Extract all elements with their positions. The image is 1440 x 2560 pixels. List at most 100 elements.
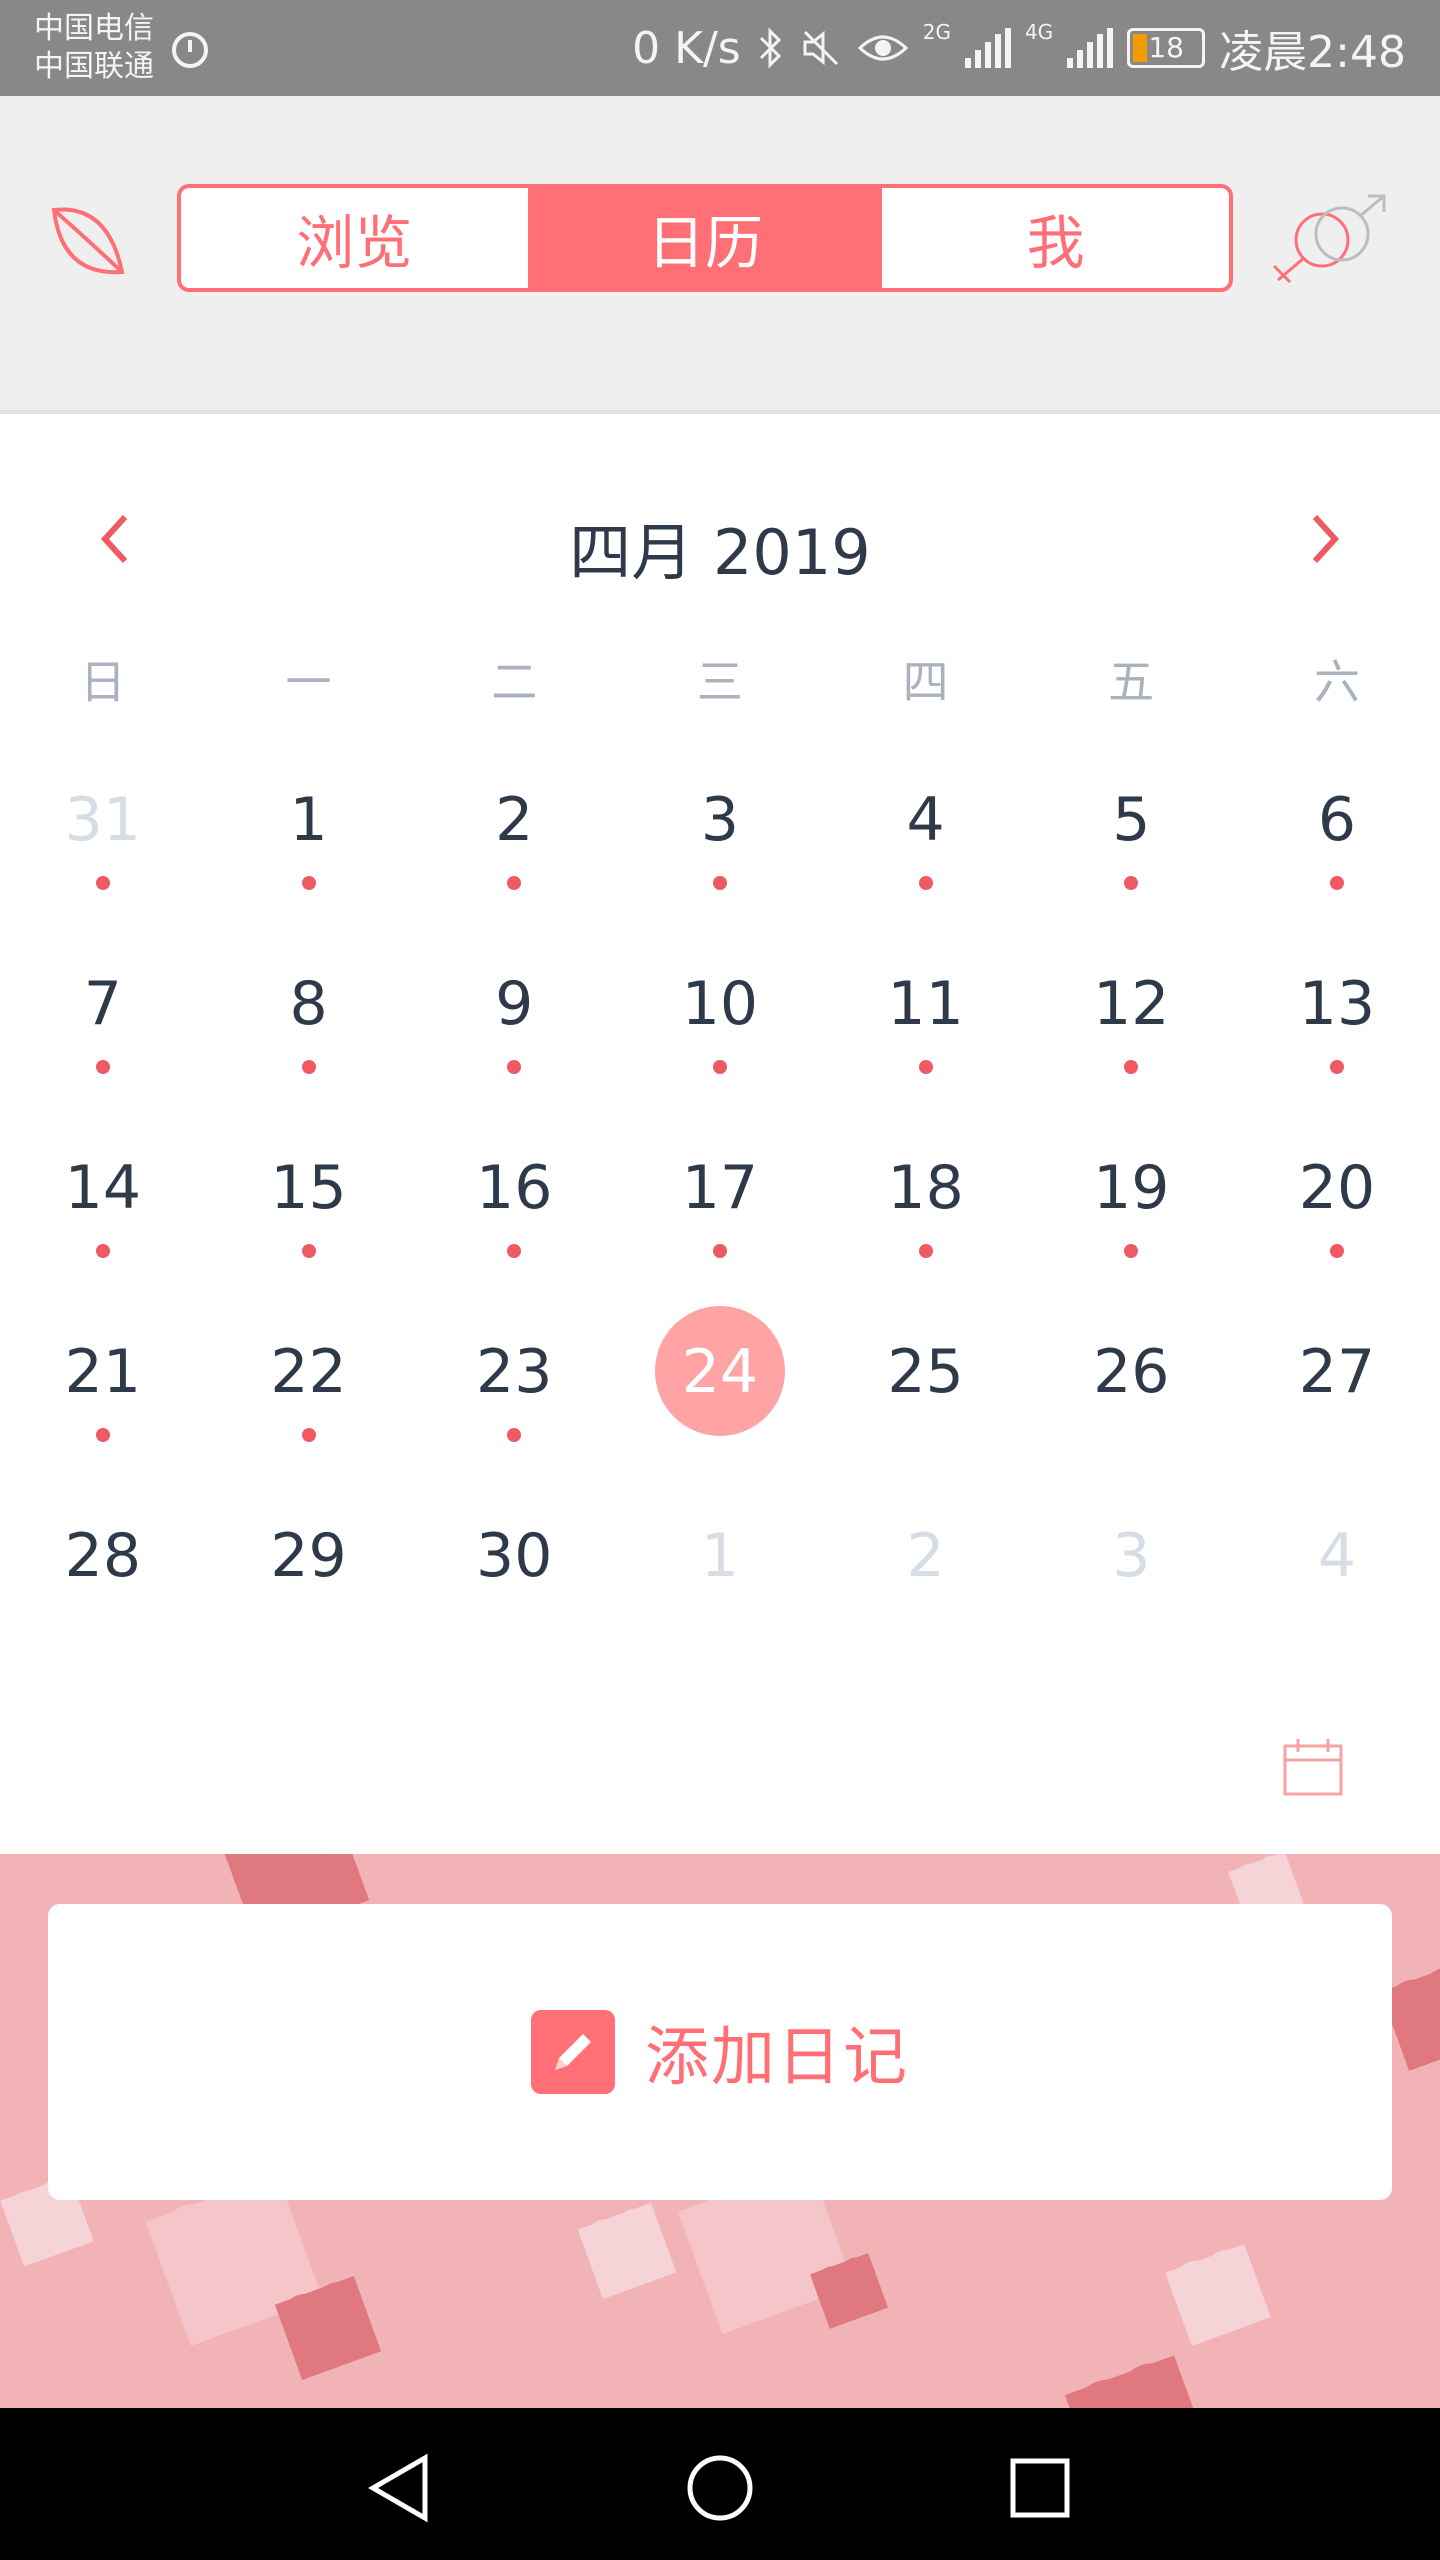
day-number: 12 — [1093, 969, 1170, 1039]
back-button[interactable] — [360, 2448, 440, 2528]
carrier-2: 中国联通 — [34, 49, 154, 84]
calendar-day[interactable]: 26 — [1028, 1304, 1234, 1488]
calendar-day[interactable]: 31 — [0, 752, 206, 936]
day-number: 20 — [1298, 1153, 1376, 1223]
calendar-day[interactable]: 10 — [617, 936, 823, 1120]
calendar-day[interactable]: 22 — [206, 1304, 412, 1488]
calendar-day-today[interactable]: 24 — [617, 1304, 823, 1488]
system-navigation-bar — [0, 2408, 1440, 2560]
calendar-day[interactable]: 17 — [617, 1120, 823, 1304]
entry-dot-indicator — [301, 1244, 316, 1258]
calendar-day[interactable]: 21 — [0, 1304, 206, 1488]
calendar-icon[interactable] — [1282, 1736, 1344, 1798]
entry-dot-indicator — [1329, 1060, 1344, 1074]
day-number: 27 — [1298, 1337, 1376, 1407]
day-number: 6 — [1317, 785, 1357, 855]
day-number: 3 — [1112, 1521, 1151, 1591]
calendar-day[interactable]: 3 — [1028, 1488, 1234, 1672]
calendar-day[interactable]: 4 — [1234, 1488, 1440, 1672]
calendar-day[interactable]: 14 — [0, 1120, 206, 1304]
day-number: 31 — [64, 785, 142, 855]
calendar-day[interactable]: 8 — [206, 936, 412, 1120]
tab-calendar[interactable]: 日历 — [531, 188, 883, 288]
calendar-day[interactable]: 18 — [823, 1120, 1029, 1304]
calendar-day[interactable]: 11 — [823, 936, 1029, 1120]
day-number: 10 — [681, 969, 759, 1039]
network-2g-label: 2G — [922, 20, 951, 44]
heart-decoration — [1065, 2355, 1211, 2408]
day-number: 23 — [476, 1337, 553, 1407]
net-speed: 0 K/s — [632, 22, 741, 74]
entry-dot-indicator — [95, 876, 110, 890]
month-title: 四月 2019 — [569, 516, 871, 589]
day-number: 24 — [681, 1337, 759, 1407]
status-indicators: 0 K/s 2G 4G 18 凌晨2:48 — [632, 18, 1406, 78]
entry-dot-indicator — [918, 876, 933, 890]
calendar-day[interactable]: 27 — [1234, 1304, 1440, 1488]
calendar-day[interactable]: 1 — [617, 1488, 823, 1672]
entry-dot-indicator — [712, 1244, 727, 1258]
bluetooth-icon — [759, 27, 781, 69]
calendar-day[interactable]: 20 — [1234, 1120, 1440, 1304]
day-number: 4 — [1317, 1521, 1357, 1591]
carrier-info: 中国电信 中国联通 — [34, 10, 154, 86]
calendar-day[interactable]: 4 — [823, 752, 1029, 936]
calendar-day[interactable]: 25 — [823, 1304, 1029, 1488]
add-diary-button[interactable]: 添加日记 — [48, 1904, 1392, 2200]
leaf-icon[interactable] — [48, 200, 130, 282]
day-number: 9 — [495, 969, 534, 1039]
calendar-day[interactable]: 29 — [206, 1488, 412, 1672]
calendar-day[interactable]: 5 — [1028, 752, 1234, 936]
calendar-day[interactable]: 6 — [1234, 752, 1440, 936]
calendar-day[interactable]: 2 — [411, 752, 617, 936]
day-number: 22 — [270, 1337, 347, 1407]
calendar-day[interactable]: 15 — [206, 1120, 412, 1304]
calendar-day[interactable]: 28 — [0, 1488, 206, 1672]
entry-dot-indicator — [918, 1244, 933, 1258]
calendar-day[interactable]: 9 — [411, 936, 617, 1120]
entry-dot-indicator — [1329, 876, 1344, 890]
day-number: 15 — [270, 1153, 347, 1223]
pencil-icon — [531, 2010, 615, 2094]
next-month-button[interactable] — [1290, 504, 1360, 574]
calendar-day[interactable]: 7 — [0, 936, 206, 1120]
calendar-day[interactable]: 16 — [411, 1120, 617, 1304]
weekday-label: 日 — [79, 655, 126, 709]
calendar-week: 28 29 30 1 2 3 4 — [0, 1488, 1440, 1672]
tab-me[interactable]: 我 — [882, 188, 1229, 288]
tab-browse[interactable]: 浏览 — [181, 188, 532, 288]
recents-button[interactable] — [1000, 2448, 1080, 2528]
top-navigation: 浏览 日历 我 — [0, 96, 1440, 414]
stopwatch-icon — [172, 32, 208, 68]
day-number: 5 — [1112, 785, 1151, 855]
calendar-day[interactable]: 12 — [1028, 936, 1234, 1120]
calendar-week: 14 15 16 17 18 19 20 — [0, 1120, 1440, 1304]
calendar-day[interactable]: 30 — [411, 1488, 617, 1672]
day-number: 7 — [83, 969, 122, 1039]
entry-dot-indicator — [507, 1244, 522, 1258]
calendar-day[interactable]: 23 — [411, 1304, 617, 1488]
network-4g-label: 4G — [1024, 20, 1054, 44]
weekday-label: 二 — [491, 655, 538, 709]
calendar-day[interactable]: 3 — [617, 752, 823, 936]
calendar: 四月 2019 日 一 二 三 四 五 六 31 1 2 3 4 5 6 7 8 9 10 11 12 1… — [0, 414, 1440, 1854]
calendar-day[interactable]: 19 — [1028, 1120, 1234, 1304]
calendar-day[interactable]: 2 — [823, 1488, 1029, 1672]
entry-dot-indicator — [301, 1060, 316, 1074]
weekday-label: 五 — [1108, 655, 1155, 709]
day-number: 29 — [270, 1521, 347, 1591]
calendar-week: 7 8 9 10 11 12 13 — [0, 936, 1440, 1120]
clock: 凌晨2:48 — [1219, 27, 1406, 78]
entry-dot-indicator — [301, 876, 316, 890]
calendar-day[interactable]: 13 — [1234, 936, 1440, 1120]
entry-dot-indicator — [95, 1060, 110, 1074]
entry-dot-indicator — [507, 876, 522, 890]
entry-dot-indicator — [1329, 1244, 1344, 1258]
day-number: 2 — [906, 1521, 945, 1591]
entry-dot-indicator — [1124, 1244, 1139, 1258]
gender-icon[interactable] — [1268, 192, 1394, 288]
entry-dot-indicator — [712, 876, 727, 890]
home-button[interactable] — [680, 2448, 760, 2528]
calendar-day[interactable]: 1 — [206, 752, 412, 936]
day-number: 28 — [64, 1521, 142, 1591]
